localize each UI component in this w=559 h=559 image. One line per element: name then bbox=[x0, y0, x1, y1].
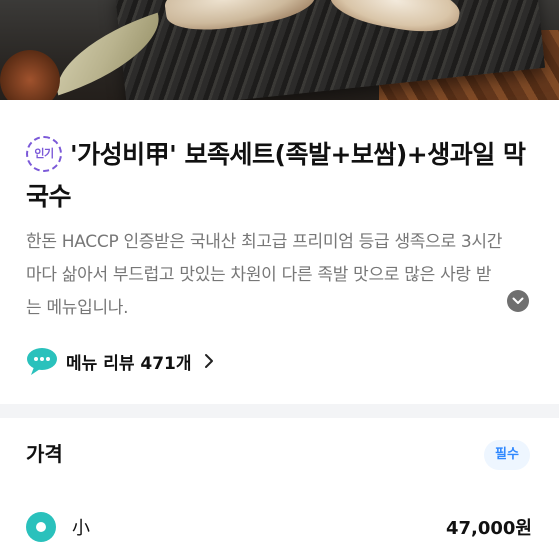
popular-badge: 인기 bbox=[26, 136, 62, 172]
chevron-down-icon bbox=[512, 297, 524, 304]
required-badge: 필수 bbox=[484, 440, 530, 470]
review-count-label: 메뉴 리뷰 471개 bbox=[66, 353, 192, 374]
speech-bubble-icon bbox=[27, 348, 57, 375]
hero-spice bbox=[0, 50, 60, 100]
chevron-right-icon bbox=[204, 354, 213, 368]
menu-title-text: '가성비甲' 보족세트(족발+보쌈)+생과일 막국수 bbox=[26, 140, 526, 211]
section-divider bbox=[0, 404, 559, 418]
option-price: 47,000원 bbox=[445, 518, 532, 539]
menu-hero-image bbox=[0, 0, 559, 100]
option-radio[interactable] bbox=[26, 512, 56, 542]
menu-description: 한돈 HACCP 인증받은 국내산 최고급 프리미엄 등급 생족으로 3시간마다… bbox=[26, 232, 503, 318]
radio-selected-dot bbox=[36, 522, 46, 532]
option-name: 小 bbox=[72, 518, 90, 539]
expand-description-button[interactable] bbox=[507, 290, 529, 312]
menu-review-link[interactable]: 메뉴 리뷰 471개 bbox=[26, 343, 214, 379]
menu-title: 인기 '가성비甲' 보족세트(족발+보쌈)+생과일 막국수 bbox=[26, 134, 536, 218]
price-section-title: 가격 bbox=[26, 442, 63, 466]
price-option-row[interactable]: 小 47,000원 bbox=[26, 508, 532, 546]
